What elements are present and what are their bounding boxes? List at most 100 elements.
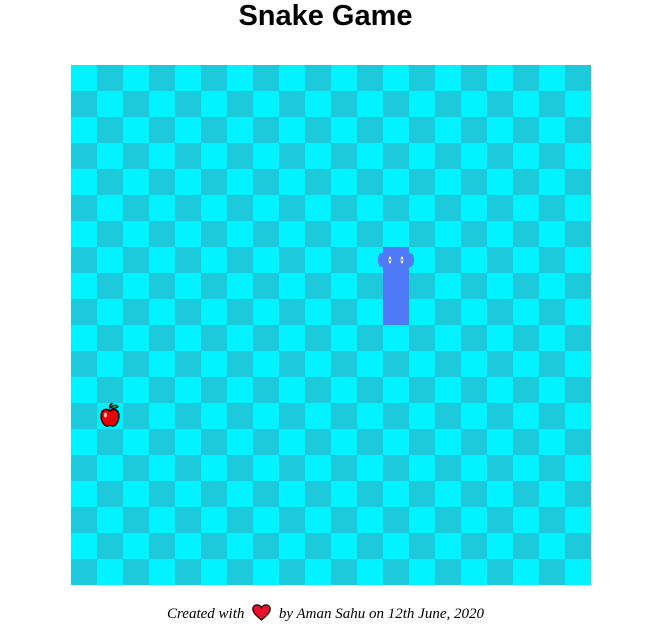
board-cell — [539, 507, 565, 533]
board-cell — [253, 325, 279, 351]
board-cell — [487, 403, 513, 429]
board-cell — [435, 455, 461, 481]
board-cell — [97, 481, 123, 507]
board-cell — [253, 195, 279, 221]
board-cell — [305, 403, 331, 429]
board-cell — [71, 143, 97, 169]
board-cell — [149, 455, 175, 481]
board-cell — [227, 403, 253, 429]
snake-eye — [378, 253, 386, 267]
board-cell — [565, 533, 591, 559]
board-cell — [357, 143, 383, 169]
board-cell — [513, 325, 539, 351]
board-cell — [435, 507, 461, 533]
board-cell — [123, 403, 149, 429]
snake-eye — [406, 253, 414, 267]
board-cell — [149, 195, 175, 221]
board-cell — [175, 299, 201, 325]
board-cell — [357, 169, 383, 195]
board-cell — [357, 195, 383, 221]
board-cell — [253, 455, 279, 481]
board-cell — [227, 481, 253, 507]
board-cell — [383, 65, 409, 91]
board-cell — [305, 195, 331, 221]
board-cell — [201, 117, 227, 143]
board-cell — [97, 169, 123, 195]
board-cell — [409, 533, 435, 559]
board-cell — [149, 143, 175, 169]
board-cell — [539, 481, 565, 507]
board-cell — [487, 195, 513, 221]
snake-body-segment — [383, 299, 409, 325]
board-cell — [565, 195, 591, 221]
board-cell — [435, 65, 461, 91]
board-cell — [175, 481, 201, 507]
board-cell — [487, 481, 513, 507]
footer-suffix: by Aman Sahu on 12th June, 2020 — [278, 606, 484, 622]
board-cell — [227, 169, 253, 195]
board-cell — [201, 559, 227, 585]
board-cell — [253, 221, 279, 247]
board-cell — [539, 429, 565, 455]
board-cell — [539, 143, 565, 169]
board-cell — [383, 221, 409, 247]
board-cell — [253, 247, 279, 273]
board-cell — [97, 221, 123, 247]
board-cell — [409, 65, 435, 91]
board-cell — [409, 429, 435, 455]
board-cell — [175, 455, 201, 481]
board-cell — [565, 143, 591, 169]
board-cell — [149, 429, 175, 455]
board-cell — [123, 91, 149, 117]
board-cell — [97, 351, 123, 377]
board-cell — [175, 559, 201, 585]
board-cell — [201, 65, 227, 91]
board-cell — [565, 299, 591, 325]
board-cell — [435, 195, 461, 221]
board-cell — [409, 143, 435, 169]
board-cell — [71, 455, 97, 481]
board-cell — [565, 65, 591, 91]
board-cell — [513, 247, 539, 273]
board-cell — [409, 117, 435, 143]
board-cell — [123, 299, 149, 325]
board-cell — [279, 429, 305, 455]
board-cell — [97, 195, 123, 221]
board-cell — [487, 91, 513, 117]
board-cell — [357, 351, 383, 377]
board-cell — [409, 403, 435, 429]
board-cell — [513, 377, 539, 403]
board-cell — [149, 273, 175, 299]
board-cell — [539, 273, 565, 299]
board-cell — [149, 247, 175, 273]
board-cell — [253, 299, 279, 325]
board-cell — [487, 143, 513, 169]
board-cell — [357, 481, 383, 507]
board-cell — [383, 455, 409, 481]
game-board[interactable] — [71, 65, 591, 585]
board-cell — [201, 299, 227, 325]
board-cell — [97, 559, 123, 585]
board-cell — [565, 351, 591, 377]
board-cell — [435, 143, 461, 169]
board-cell — [461, 273, 487, 299]
board-cell — [227, 429, 253, 455]
board-cell — [409, 351, 435, 377]
board-cell — [539, 351, 565, 377]
board-cell — [461, 143, 487, 169]
board-cell — [383, 169, 409, 195]
board-cell — [123, 195, 149, 221]
board-cell — [279, 117, 305, 143]
board-cell — [565, 247, 591, 273]
board-cell — [539, 195, 565, 221]
board-cell — [149, 377, 175, 403]
board-cell — [71, 247, 97, 273]
board-cell — [331, 299, 357, 325]
board-cell — [565, 481, 591, 507]
board-cell — [331, 455, 357, 481]
board-cell — [71, 273, 97, 299]
board-cell — [71, 507, 97, 533]
board-cell — [331, 507, 357, 533]
board-cell — [279, 559, 305, 585]
board-cell — [435, 351, 461, 377]
